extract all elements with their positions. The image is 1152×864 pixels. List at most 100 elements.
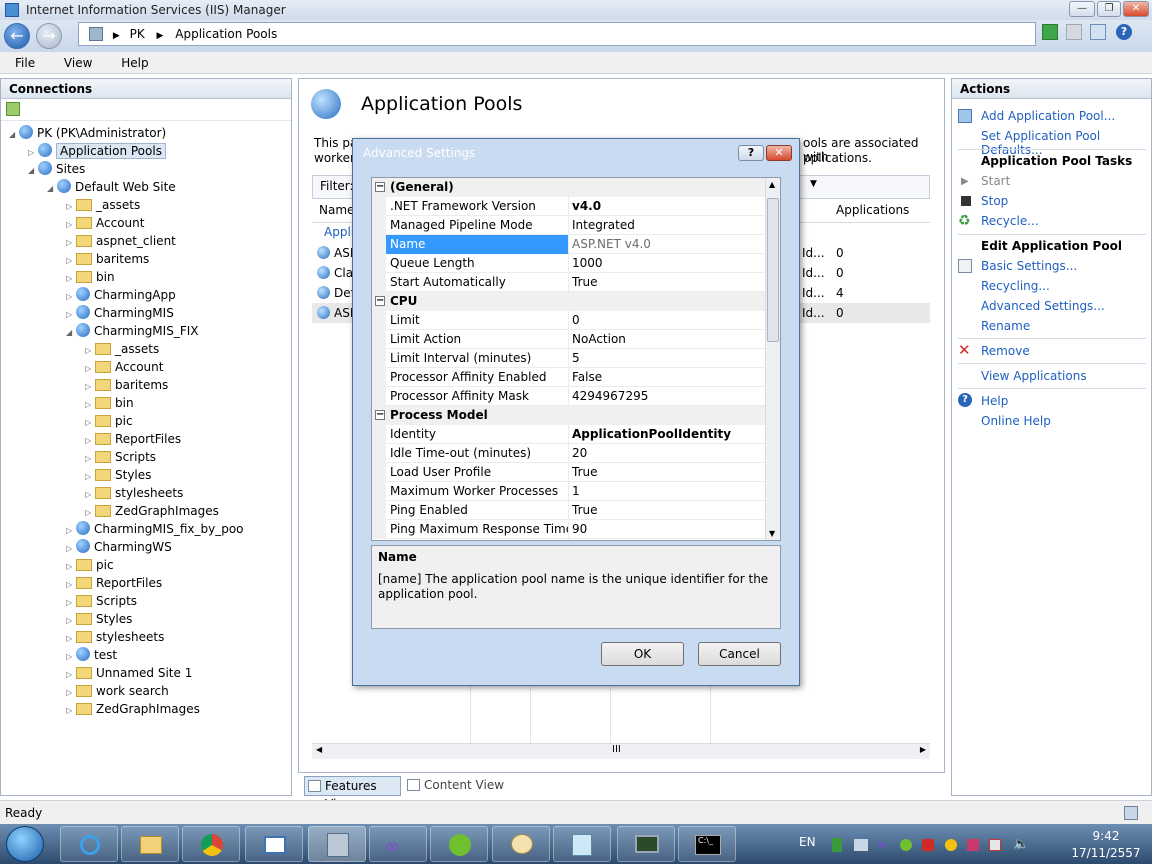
taskbar-iis-manager[interactable]	[308, 826, 366, 862]
maximize-button[interactable]: ❐	[1097, 1, 1121, 17]
tree-item[interactable]: ▷ Scripts	[85, 448, 156, 466]
recycle-link[interactable]: Recycle...	[981, 214, 1039, 228]
collapse-icon[interactable]: −	[375, 410, 385, 420]
expander-icon[interactable]: ▷	[66, 702, 76, 720]
column-header-applications[interactable]: Applications	[836, 203, 909, 217]
new-connection-icon[interactable]	[6, 102, 20, 116]
start-button[interactable]	[6, 826, 44, 862]
dialog-help-button[interactable]: ?	[738, 145, 764, 161]
tree-item[interactable]: ▷ work search	[66, 682, 169, 700]
tray-icon-6[interactable]	[945, 839, 957, 851]
expander-icon[interactable]: ◢	[28, 162, 38, 180]
dialog-close-button[interactable]: ✕	[766, 145, 792, 161]
tree-item[interactable]: ▷ Scripts	[66, 592, 137, 610]
collapse-icon[interactable]: −	[375, 182, 385, 192]
tree-item[interactable]: ▷ Unnamed Site 1	[66, 664, 192, 682]
cancel-button[interactable]: Cancel	[698, 642, 781, 666]
forward-button[interactable]: →	[36, 23, 62, 49]
property-row[interactable]: Identity ApplicationPoolIdentity	[372, 425, 765, 444]
tree-item[interactable]: ▷ Application Pools	[28, 142, 166, 160]
close-window-button[interactable]: ✕	[1123, 1, 1149, 17]
tree-item[interactable]: ▷ pic	[66, 556, 114, 574]
tree-item[interactable]: ▷ Styles	[66, 610, 132, 628]
property-value[interactable]: ApplicationPoolIdentity	[572, 425, 731, 444]
tree-item[interactable]: ◢ Default Web Site	[47, 178, 176, 196]
filter-dropdown-arrow-icon[interactable]: ▼	[810, 179, 817, 189]
tree-item[interactable]: ◢ CharmingMIS_FIX	[66, 322, 198, 340]
tree-item[interactable]: ▷ Styles	[85, 466, 151, 484]
stop-icon[interactable]	[1066, 24, 1082, 40]
tree-item[interactable]: ◢ Sites	[28, 160, 85, 178]
clock-time[interactable]: 9:42	[1070, 829, 1142, 843]
expander-icon[interactable]: ◢	[47, 180, 57, 198]
property-value[interactable]: False	[572, 368, 602, 387]
property-value[interactable]: 5	[572, 349, 580, 368]
view-applications-link[interactable]: View Applications	[981, 369, 1087, 383]
language-indicator[interactable]: EN	[799, 835, 816, 849]
property-value[interactable]: 90	[572, 520, 587, 539]
clock-date[interactable]: 17/11/2557	[1066, 846, 1146, 860]
property-row[interactable]: Idle Time-out (minutes) 20	[372, 444, 765, 463]
tree-item[interactable]: ▷ _assets	[66, 196, 140, 214]
tray-icon-4[interactable]	[900, 839, 912, 851]
taskbar-cmd[interactable]: C:\_	[678, 826, 736, 862]
property-value[interactable]: v4.0	[572, 197, 601, 216]
taskbar-ie[interactable]	[60, 826, 118, 862]
property-row[interactable]: .NET Framework Version v4.0	[372, 197, 765, 216]
horizontal-scrollbar[interactable]: ◀ III ▶	[312, 743, 930, 759]
tree-item[interactable]: ▷ CharmingWS	[66, 538, 172, 556]
property-value[interactable]: 20	[572, 444, 587, 463]
property-row[interactable]: Start Automatically True	[372, 273, 765, 292]
property-row[interactable]: Processor Affinity Mask 4294967295	[372, 387, 765, 406]
menu-file[interactable]: File	[15, 56, 35, 70]
tree-item[interactable]: ▷ test	[66, 646, 117, 664]
tray-icon-1[interactable]	[832, 838, 842, 852]
tree-item[interactable]: ▷ _assets	[85, 340, 159, 358]
tree-item[interactable]: ▷ ZedGraphImages	[85, 502, 219, 520]
tree-item[interactable]: ▷ aspnet_client	[66, 232, 176, 250]
add-application-pool-link[interactable]: Add Application Pool...	[981, 109, 1115, 123]
address-bar[interactable]: ▶ PK ▶ Application Pools	[78, 22, 1036, 46]
taskbar-paint[interactable]	[492, 826, 550, 862]
breadcrumb-pk[interactable]: PK	[130, 27, 145, 41]
taskbar-eclipse[interactable]	[430, 826, 488, 862]
start-link[interactable]: Start	[981, 174, 1010, 188]
property-row[interactable]: Limit 0	[372, 311, 765, 330]
tree-item[interactable]: ▷ baritems	[66, 250, 149, 268]
property-category[interactable]: − Process Model	[372, 406, 765, 425]
property-row[interactable]: Load User Profile True	[372, 463, 765, 482]
tree-item[interactable]: ▷ pic	[85, 412, 133, 430]
property-category[interactable]: − (General)	[372, 178, 765, 197]
property-value[interactable]: 1000	[572, 254, 603, 273]
tree-item[interactable]: ▷ CharmingMIS_fix_by_poo	[66, 520, 244, 538]
tray-icon-8[interactable]	[989, 839, 1001, 851]
tree-item[interactable]: ▷ ZedGraphImages	[66, 700, 200, 718]
tray-icon-2[interactable]	[854, 839, 868, 851]
back-button[interactable]: ←	[4, 23, 30, 49]
taskbar-explorer[interactable]	[121, 826, 179, 862]
help-link[interactable]: Help	[981, 394, 1008, 408]
property-row[interactable]: Processor Affinity Enabled False	[372, 368, 765, 387]
property-value[interactable]: True	[572, 501, 598, 520]
basic-settings-link[interactable]: Basic Settings...	[981, 259, 1077, 273]
tree-item[interactable]: ▷ Account	[85, 358, 163, 376]
home-icon[interactable]	[1090, 24, 1106, 40]
column-header-name[interactable]: Name	[319, 203, 354, 217]
content-view-tab[interactable]: Content View	[404, 776, 504, 796]
tree-item[interactable]: ▷ ReportFiles	[66, 574, 162, 592]
features-view-tab[interactable]: Features View	[304, 776, 401, 811]
ok-button[interactable]: OK	[601, 642, 684, 666]
taskbar-app-infinity[interactable]: ∞	[369, 826, 427, 862]
property-row[interactable]: Name ASP.NET v4.0	[372, 235, 765, 254]
property-row[interactable]: Managed Pipeline Mode Integrated	[372, 216, 765, 235]
tree-item[interactable]: ▷ stylesheets	[66, 628, 164, 646]
property-value[interactable]: 4294967295	[572, 387, 648, 406]
minimize-button[interactable]: —	[1069, 1, 1095, 17]
rename-link[interactable]: Rename	[981, 319, 1030, 333]
refresh-icon[interactable]	[1042, 24, 1058, 40]
tree-item[interactable]: ▷ bin	[66, 268, 115, 286]
taskbar-window[interactable]	[245, 826, 303, 862]
tree-item[interactable]: ▷ baritems	[85, 376, 168, 394]
tree-item[interactable]: ▷ bin	[85, 394, 134, 412]
property-value[interactable]: ASP.NET v4.0	[572, 235, 651, 254]
